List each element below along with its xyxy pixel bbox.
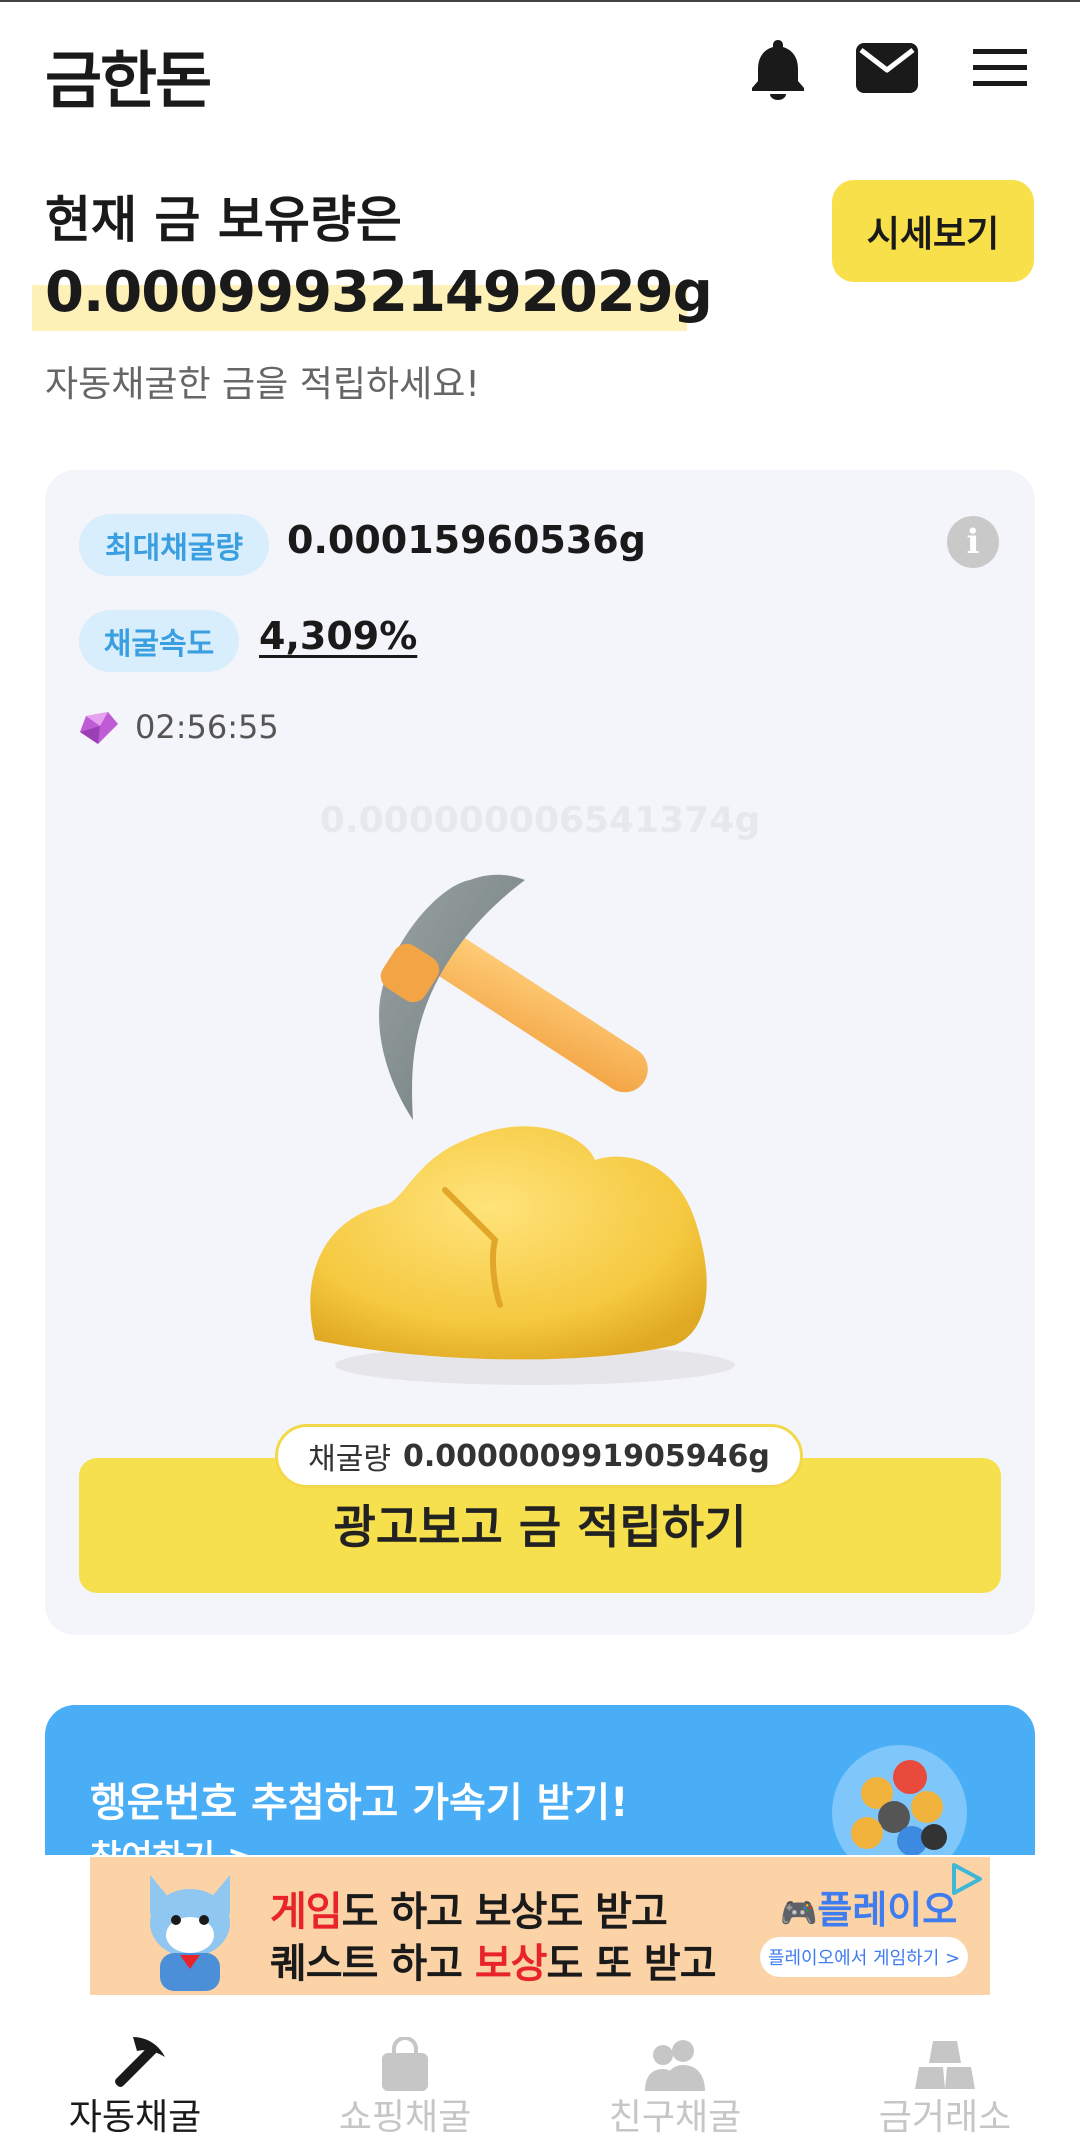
ad-cta-button[interactable]: 플레이오에서 게임하기 > — [760, 1937, 968, 1977]
holdings-title: 현재 금 보유량은 — [45, 191, 402, 249]
app-header: 금한돈 — [0, 0, 1080, 135]
menu-icon[interactable] — [968, 36, 1032, 100]
ad-headline-2: 퀘스트 하고 보상도 또 받고 — [270, 1941, 717, 1987]
mining-timer: 02:56:55 — [135, 708, 279, 746]
nav-item-auto-mining[interactable]: 자동채굴 — [0, 2000, 270, 2148]
nav-item-friend-mining[interactable]: 친구채굴 — [540, 2000, 810, 2148]
ad-choices-icon[interactable] — [948, 1861, 984, 1901]
pickaxe-gold-illustration — [295, 860, 815, 1424]
bell-icon[interactable] — [746, 36, 810, 100]
mail-icon[interactable] — [855, 36, 919, 100]
nav-label: 친구채굴 — [608, 2097, 742, 2138]
app-logo: 금한돈 — [45, 44, 212, 117]
fox-mascot-icon — [130, 1865, 250, 1995]
nav-label: 자동채굴 — [68, 2097, 202, 2138]
lucky-join-link[interactable]: 참여하기 > — [90, 1830, 255, 1855]
mined-amount-label: 채굴량 — [308, 1442, 391, 1477]
mining-card: 최대채굴량 0.00015960536g i 채굴속도 4,309% 02:56… — [45, 470, 1035, 1635]
nav-label: 금거래소 — [878, 2097, 1012, 2138]
ad-headline-1: 게임도 하고 보상도 받고 — [270, 1889, 668, 1935]
floating-mined-value: 0.000000006541374g — [319, 800, 761, 841]
nav-item-shopping-mining[interactable]: 쇼핑채굴 — [270, 2000, 540, 2148]
mining-speed-value[interactable]: 4,309% — [259, 614, 417, 658]
mined-amount-badge: 채굴량 0.000000991905946g — [275, 1424, 803, 1488]
max-mining-value: 0.00015960536g — [287, 518, 646, 562]
gem-icon — [78, 710, 120, 750]
lucky-number-banner[interactable]: 행운번호 추첨하고 가속기 받기! 참여하기 > — [45, 1705, 1035, 1855]
price-button[interactable]: 시세보기 — [832, 180, 1034, 282]
lottery-balls-icon — [832, 1745, 967, 1855]
bottom-nav: 자동채굴 쇼핑채굴 친구채굴 금거래소 — [0, 2000, 1080, 2148]
mining-speed-badge: 채굴속도 — [79, 610, 239, 672]
ad-banner[interactable]: 게임도 하고 보상도 받고 퀘스트 하고 보상도 또 받고 🎮플레이오 플레이오… — [90, 1857, 990, 1995]
max-mining-badge: 최대채굴량 — [79, 514, 269, 576]
nav-label: 쇼핑채굴 — [338, 2097, 472, 2138]
lucky-banner-title: 행운번호 추첨하고 가속기 받기! — [90, 1780, 629, 1826]
holdings-value: 0.000999321492029g — [45, 260, 713, 325]
info-icon[interactable]: i — [947, 516, 999, 568]
holdings-subtitle: 자동채굴한 금을 적립하세요! — [45, 364, 480, 405]
mined-amount-value: 0.000000991905946g — [402, 1438, 770, 1474]
nav-item-gold-exchange[interactable]: 금거래소 — [810, 2000, 1080, 2148]
ad-brand-name: 🎮플레이오 — [780, 1888, 958, 1932]
